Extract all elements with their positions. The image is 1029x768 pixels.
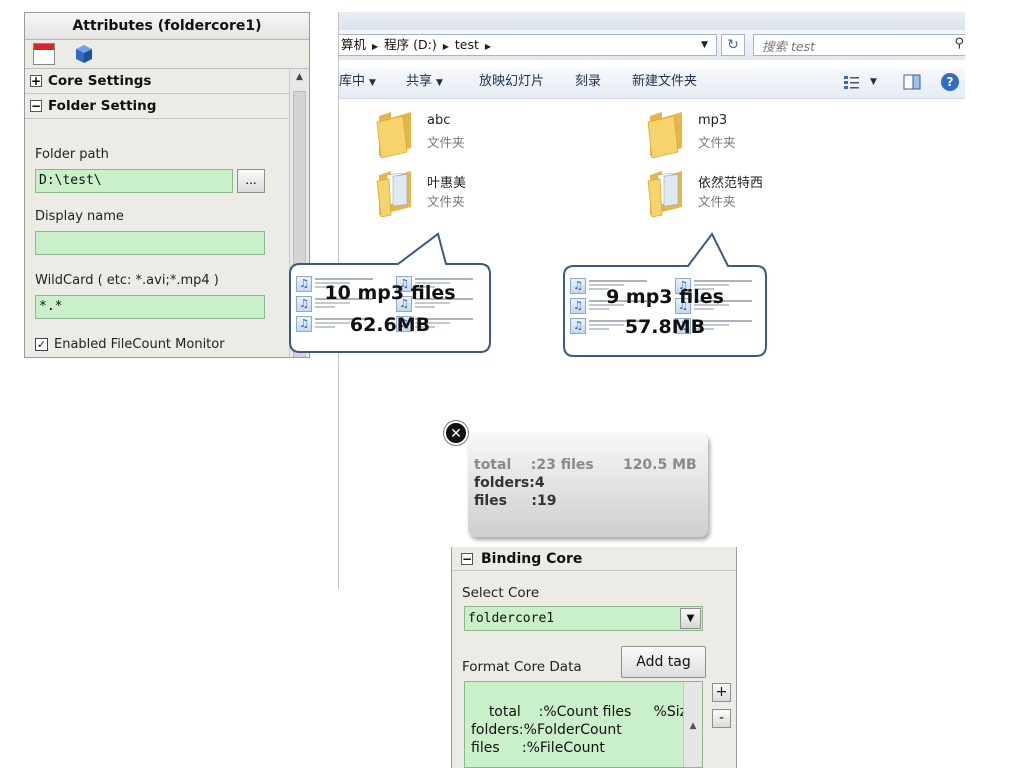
- folder-setting-label: Folder Setting: [48, 98, 157, 114]
- preview-pane-icon[interactable]: [903, 74, 921, 90]
- folder-type: 文件夹: [427, 135, 465, 150]
- breadcrumb-drive[interactable]: 程序 (D:): [384, 37, 437, 52]
- explorer-titlebar: [339, 12, 965, 30]
- wildcard-input[interactable]: *.*: [35, 295, 265, 319]
- chevron-down-icon: ▼: [436, 78, 443, 88]
- scroll-up-icon[interactable]: ▲: [290, 69, 309, 85]
- breadcrumb-computer[interactable]: 算机: [341, 37, 366, 52]
- folder-type: 文件夹: [698, 194, 736, 209]
- binding-core-title: Binding Core: [481, 550, 583, 567]
- folder-type: 文件夹: [427, 194, 465, 209]
- add-tag-button[interactable]: Add tag: [621, 646, 706, 678]
- wildcard-label: WildCard ( etc: *.avi;*.mp4 ): [35, 273, 219, 288]
- summary-total: total :23 files 120.5 MB: [474, 457, 697, 473]
- collapse-icon[interactable]: −: [461, 552, 473, 565]
- folder-setting-section[interactable]: − Folder Setting: [25, 94, 290, 119]
- command-bar: 库中 ▼ 共享 ▼ 放映幻灯片 刻录 新建文件夹 ▼ ?: [339, 68, 965, 99]
- expand-icon[interactable]: +: [30, 75, 42, 87]
- attributes-title: Attributes (foldercore1): [25, 13, 309, 40]
- summary-files: files :19: [474, 493, 557, 509]
- new-folder-button[interactable]: 新建文件夹: [632, 68, 697, 98]
- increase-button[interactable]: +: [712, 683, 731, 702]
- callout-count-text: 9 mp3 files: [606, 286, 724, 308]
- format-scrollbar[interactable]: ▲: [683, 682, 702, 767]
- filecount-monitor-label: Enabled FileCount Monitor: [54, 337, 225, 352]
- binding-core-header[interactable]: − Binding Core: [452, 547, 736, 571]
- slideshow-button[interactable]: 放映幻灯片: [479, 68, 544, 98]
- filecount-monitor-checkbox[interactable]: ✓: [35, 338, 48, 351]
- folder-path-input[interactable]: D:\test\: [35, 169, 233, 193]
- folder-name: mp3: [698, 113, 728, 128]
- folder-with-files-icon: [376, 171, 411, 217]
- core-settings-label: Core Settings: [48, 73, 152, 89]
- binding-core-panel: − Binding Core Select Core foldercore1 ▼…: [451, 547, 737, 768]
- format-core-data-textarea[interactable]: total :%Count files %Size folders:%Folde…: [464, 681, 703, 768]
- callout-folder-1: ♫ ♫ ♫ ♫ ♫ ♫ 10 mp3 files 62.6MB: [286, 228, 494, 356]
- include-in-library-button[interactable]: 库中 ▼: [339, 68, 376, 98]
- folder-name: abc: [427, 113, 451, 128]
- callout-size-text: 57.8MB: [624, 316, 706, 338]
- search-icon[interactable]: ⚲: [954, 36, 964, 51]
- attributes-panel: Attributes (foldercore1) + Core Settings…: [24, 12, 310, 358]
- folder-path-label: Folder path: [35, 147, 109, 162]
- display-name-label: Display name: [35, 209, 124, 224]
- share-button[interactable]: 共享 ▼: [406, 68, 443, 98]
- cube-tab-icon[interactable]: [73, 43, 95, 65]
- chevron-down-icon[interactable]: ▼: [680, 608, 701, 629]
- address-bar[interactable]: 算机 ▶ 程序 (D:) ▶ test ▶: [339, 34, 717, 56]
- filecount-monitor-row[interactable]: ✓ Enabled FileCount Monitor: [35, 337, 225, 352]
- include-in-library-label: 库中: [339, 74, 366, 89]
- attributes-body: + Core Settings − Folder Setting Folder …: [25, 69, 290, 357]
- view-options-icon[interactable]: [843, 74, 861, 90]
- folder-name: 叶惠美: [427, 176, 467, 191]
- view-dropdown-icon[interactable]: ▼: [870, 68, 877, 98]
- address-row: 算机 ▶ 程序 (D:) ▶ test ▶ ▼ ↻ ⚲: [339, 30, 965, 60]
- breadcrumb-arrow-icon[interactable]: ▶: [485, 37, 491, 57]
- callout-size-text: 62.6MB: [349, 314, 431, 336]
- close-icon[interactable]: ✕: [444, 421, 468, 445]
- callout-count-text: 10 mp3 files: [324, 282, 456, 304]
- selected-core-value: foldercore1: [468, 611, 555, 626]
- folder-icon: [376, 112, 411, 158]
- address-dropdown-icon[interactable]: ▼: [701, 34, 708, 56]
- breadcrumb-arrow-icon[interactable]: ▶: [372, 37, 378, 57]
- refresh-icon[interactable]: ↻: [721, 34, 745, 56]
- browse-folder-button[interactable]: ...: [237, 169, 265, 193]
- summary-folders: folders:4: [474, 475, 545, 491]
- chevron-down-icon: ▼: [369, 78, 376, 88]
- attributes-tab-bar: [25, 40, 309, 69]
- format-core-data-label: Format Core Data: [462, 659, 582, 675]
- search-input[interactable]: [754, 35, 944, 57]
- folder-icon: [647, 112, 682, 158]
- burn-button[interactable]: 刻录: [575, 68, 601, 98]
- calendar-tab-icon[interactable]: [33, 43, 55, 65]
- folder-type: 文件夹: [698, 135, 736, 150]
- search-box[interactable]: ⚲: [753, 34, 965, 57]
- display-name-input[interactable]: [35, 231, 265, 255]
- format-core-data-text: total :%Count files %Size folders:%Folde…: [471, 704, 696, 756]
- decrease-button[interactable]: -: [712, 709, 731, 728]
- select-core-dropdown[interactable]: foldercore1 ▼: [464, 606, 703, 631]
- folder-with-files-icon: [647, 171, 682, 217]
- help-icon[interactable]: ?: [941, 73, 959, 91]
- folder-name: 依然范特西: [698, 176, 764, 191]
- cube-icon: [76, 45, 92, 63]
- scroll-up-icon[interactable]: ▲: [684, 718, 702, 734]
- breadcrumb-test[interactable]: test: [455, 37, 479, 52]
- summary-popup: total :23 files 120.5 MB folders:4 files…: [468, 433, 708, 537]
- collapse-icon[interactable]: −: [30, 100, 42, 112]
- callout-folder-2: ♫ ♫ ♫ ♫ ♫ ♫ 9 mp3 files 57.8MB: [560, 230, 770, 358]
- core-settings-section[interactable]: + Core Settings: [25, 69, 290, 94]
- select-core-label: Select Core: [462, 585, 540, 601]
- share-label: 共享: [406, 74, 433, 89]
- breadcrumb-arrow-icon[interactable]: ▶: [443, 37, 449, 57]
